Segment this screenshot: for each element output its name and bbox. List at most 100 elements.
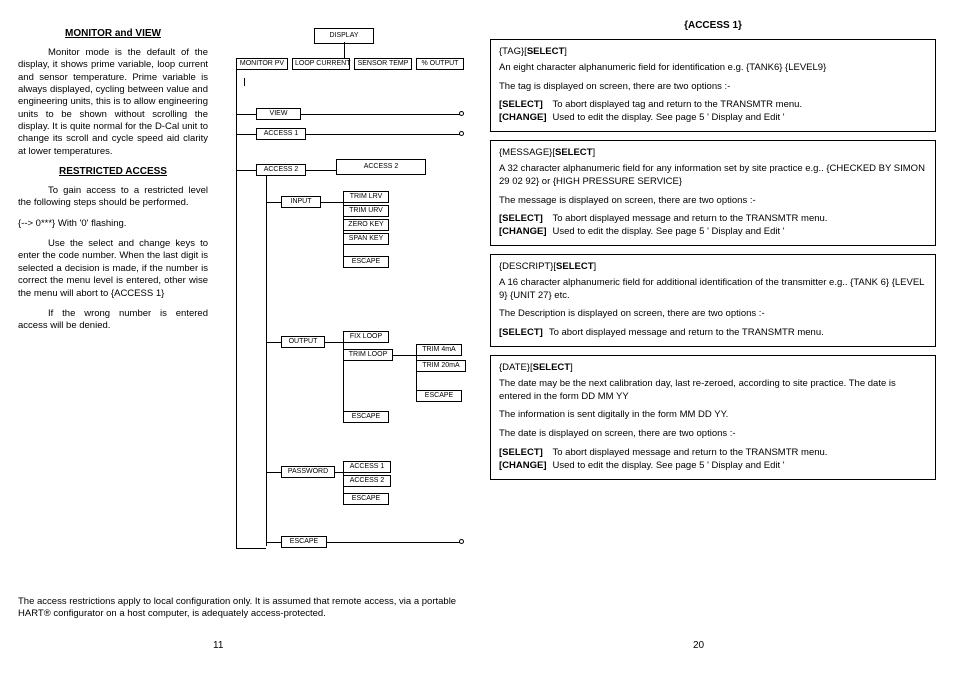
flow-access2-label: ACCESS 2 xyxy=(256,164,306,176)
message-change-txt: Used to edit the display. See page 5 ' D… xyxy=(553,226,834,239)
para-restricted-wrong: If the wrong number is entered access wi… xyxy=(18,308,208,333)
flow-escape-4: ESCAPE xyxy=(281,536,327,548)
flow-line xyxy=(335,472,343,473)
tag-select-lbl: [SELECT] xyxy=(499,99,553,112)
section-message: {MESSAGE}[SELECT] A 32 character alphanu… xyxy=(490,140,936,246)
page-number-right: 20 xyxy=(693,640,704,651)
flow-line xyxy=(266,202,281,203)
footer-note: The access restrictions apply to local c… xyxy=(18,596,468,621)
descript-line1: A 16 character alphanumeric field for ad… xyxy=(499,277,927,303)
flow-password: PASSWORD xyxy=(281,466,335,478)
flow-line xyxy=(244,78,245,86)
flow-line xyxy=(236,548,266,549)
flow-access2-box: ACCESS 2 xyxy=(336,159,426,175)
flow-escape-2: ESCAPE xyxy=(416,390,462,402)
section-date: {DATE}[SELECT] The date may be the next … xyxy=(490,355,936,480)
descript-hdr-a: {DESCRIPT}[ xyxy=(499,261,556,272)
flow-pct-output: % OUTPUT xyxy=(416,58,464,70)
message-select-txt: To abort displayed message and return to… xyxy=(553,213,834,226)
date-options: [SELECT]To abort displayed message and r… xyxy=(499,447,833,473)
flow-output: OUTPUT xyxy=(281,336,325,348)
flow-line xyxy=(266,472,281,473)
flow-loop-current: LOOP CURRENT xyxy=(292,58,350,70)
left-text-block: MONITOR and VIEW Monitor mode is the def… xyxy=(18,28,208,333)
flow-line xyxy=(306,170,336,171)
date-select-txt: To abort displayed message and return to… xyxy=(553,447,834,460)
date-hdr-c: ] xyxy=(570,362,573,373)
flow-node-icon xyxy=(459,111,464,116)
flow-line xyxy=(325,342,343,343)
descript-hdr-c: ] xyxy=(594,261,597,272)
date-hdr-b: SELECT xyxy=(533,362,570,373)
flow-sensor-temp: SENSOR TEMP xyxy=(354,58,412,70)
tag-change-txt: Used to edit the display. See page 5 ' D… xyxy=(553,112,809,125)
para-restricted-intro: To gain access to a restricted level the… xyxy=(18,185,208,210)
descript-options: [SELECT]To abort displayed message and r… xyxy=(499,327,830,340)
tag-select-txt: To abort displayed tag and return to the… xyxy=(553,99,809,112)
date-line2: The information is sent digitally in the… xyxy=(499,409,927,422)
heading-access1: {ACCESS 1} xyxy=(490,20,936,31)
flow-line xyxy=(236,58,237,548)
flow-line xyxy=(236,170,256,171)
tag-change-lbl: [CHANGE] xyxy=(499,112,553,125)
para-restricted-use: Use the select and change keys to enter … xyxy=(18,238,208,300)
flow-escape-3: ESCAPE xyxy=(343,411,389,423)
message-options: [SELECT]To abort displayed message and r… xyxy=(499,213,833,239)
flow-line xyxy=(266,342,281,343)
heading-restricted: RESTRICTED ACCESS xyxy=(18,166,208,177)
flow-escape-1: ESCAPE xyxy=(343,256,389,268)
message-select-lbl: [SELECT] xyxy=(499,213,553,226)
flow-monitor-pv: MONITOR PV xyxy=(236,58,288,70)
message-hdr-a: {MESSAGE}[ xyxy=(499,147,555,158)
para-code: {--> 0***} With '0' flashing. xyxy=(18,218,208,230)
flow-line xyxy=(321,202,343,203)
date-change-txt: Used to edit the display. See page 5 ' D… xyxy=(553,460,834,473)
flow-access1: ACCESS 1 xyxy=(256,128,306,140)
flow-line xyxy=(236,134,256,135)
date-line1: The date may be the next calibration day… xyxy=(499,378,927,404)
flow-trim-loop: TRIM LOOP xyxy=(343,349,393,361)
left-column: MONITOR and VIEW Monitor mode is the def… xyxy=(18,28,468,333)
flow-line xyxy=(301,114,461,115)
message-hdr-c: ] xyxy=(592,147,595,158)
date-header: {DATE}[SELECT] xyxy=(499,362,927,375)
flow-line xyxy=(306,134,461,135)
flow-line xyxy=(266,542,281,543)
date-select-lbl: [SELECT] xyxy=(499,447,553,460)
document-page: MONITOR and VIEW Monitor mode is the def… xyxy=(0,0,954,676)
flow-pw-escape: ESCAPE xyxy=(343,493,389,505)
flow-node-icon xyxy=(459,539,464,544)
flow-trim-4ma: TRIM 4mA xyxy=(416,344,462,356)
tag-options: [SELECT]To abort displayed tag and retur… xyxy=(499,99,808,125)
flow-line xyxy=(344,42,345,58)
tag-header: {TAG}[SELECT] xyxy=(499,46,927,59)
date-change-lbl: [CHANGE] xyxy=(499,460,553,473)
message-line1: A 32 character alphanumeric field for an… xyxy=(499,163,927,189)
descript-select-lbl: [SELECT] xyxy=(499,327,549,340)
descript-select-txt: To abort displayed message and return to… xyxy=(549,327,830,340)
date-hdr-a: {DATE}[ xyxy=(499,362,533,373)
flow-node-icon xyxy=(459,131,464,136)
flow-zero-key: ZERO KEY xyxy=(343,219,389,231)
flow-view: VIEW xyxy=(256,108,301,120)
descript-header: {DESCRIPT}[SELECT] xyxy=(499,261,927,274)
heading-monitor: MONITOR and VIEW xyxy=(18,28,208,39)
message-change-lbl: [CHANGE] xyxy=(499,226,553,239)
tag-hdr-a: {TAG}[ xyxy=(499,46,527,57)
message-header: {MESSAGE}[SELECT] xyxy=(499,147,927,160)
flowchart: DISPLAY MONITOR PV LOOP CURRENT SENSOR T… xyxy=(226,28,486,568)
descript-line2: The Description is displayed on screen, … xyxy=(499,308,927,321)
flow-line xyxy=(393,355,416,356)
flow-line xyxy=(327,542,461,543)
right-column: {ACCESS 1} {TAG}[SELECT] An eight charac… xyxy=(490,20,936,480)
para-monitor: Monitor mode is the default of the displ… xyxy=(18,47,208,158)
message-line2: The message is displayed on screen, ther… xyxy=(499,195,927,208)
flow-pw-access1: ACCESS 1 xyxy=(343,461,391,473)
flow-line xyxy=(236,114,256,115)
descript-hdr-b: SELECT xyxy=(556,261,593,272)
flow-pw-access2: ACCESS 2 xyxy=(343,475,391,487)
message-hdr-b: SELECT xyxy=(555,147,592,158)
flow-trim-20ma: TRIM 20mA xyxy=(416,360,466,372)
tag-hdr-b: SELECT xyxy=(527,46,564,57)
flow-fix-loop: FIX LOOP xyxy=(343,331,389,343)
